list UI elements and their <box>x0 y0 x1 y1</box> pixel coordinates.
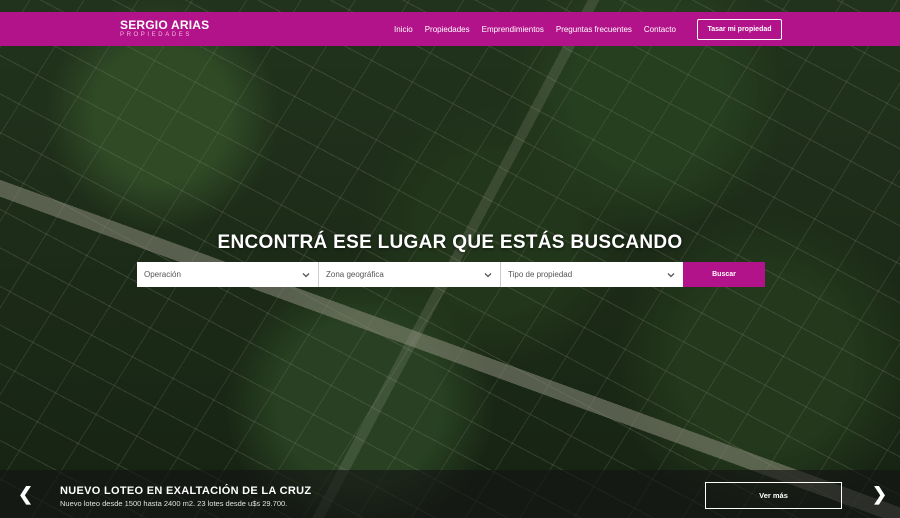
property-type-select[interactable]: Tipo de propiedad <box>501 262 683 287</box>
main-nav: Inicio Propiedades Emprendimientos Pregu… <box>394 12 688 46</box>
chevron-left-icon[interactable]: ❮ <box>18 484 33 505</box>
hero-background <box>0 0 900 518</box>
chevron-down-icon <box>302 272 310 277</box>
zone-select-value: Zona geográfica <box>326 270 384 279</box>
property-type-select-value: Tipo de propiedad <box>508 270 573 279</box>
nav-link-preguntas-frecuentes[interactable]: Preguntas frecuentes <box>556 25 632 34</box>
chevron-down-icon <box>484 272 492 277</box>
featured-slider: ❮ NUEVO LOTEO EN EXALTACIÓN DE LA CRUZ N… <box>0 470 900 518</box>
search-form: Operación Zona geográfica Tipo de propie… <box>137 262 765 287</box>
logo[interactable]: SERGIO ARIAS PROPIEDADES <box>120 19 209 39</box>
appraise-property-button[interactable]: Tasar mi propiedad <box>697 19 782 40</box>
zone-select[interactable]: Zona geográfica <box>319 262 501 287</box>
nav-link-inicio[interactable]: Inicio <box>394 25 413 34</box>
logo-name: SERGIO ARIAS <box>120 18 210 32</box>
hero-headline: ENCONTRÁ ESE LUGAR QUE ESTÁS BUSCANDO <box>217 232 683 253</box>
operation-select[interactable]: Operación <box>137 262 319 287</box>
nav-link-emprendimientos[interactable]: Emprendimientos <box>482 25 544 34</box>
operation-select-value: Operación <box>144 270 181 279</box>
slide-description: Nuevo loteo desde 1500 hasta 2400 m2. 23… <box>60 499 288 508</box>
chevron-down-icon <box>667 272 675 277</box>
slide-title: NUEVO LOTEO EN EXALTACIÓN DE LA CRUZ <box>60 485 312 497</box>
nav-link-propiedades[interactable]: Propiedades <box>425 25 470 34</box>
nav-link-contacto[interactable]: Contacto <box>644 25 676 34</box>
search-button[interactable]: Buscar <box>683 262 765 287</box>
chevron-right-icon[interactable]: ❯ <box>872 484 887 505</box>
logo-tagline: PROPIEDADES <box>120 32 192 38</box>
navbar: SERGIO ARIAS PROPIEDADES Inicio Propieda… <box>0 12 900 46</box>
see-more-button[interactable]: Ver más <box>705 482 842 509</box>
